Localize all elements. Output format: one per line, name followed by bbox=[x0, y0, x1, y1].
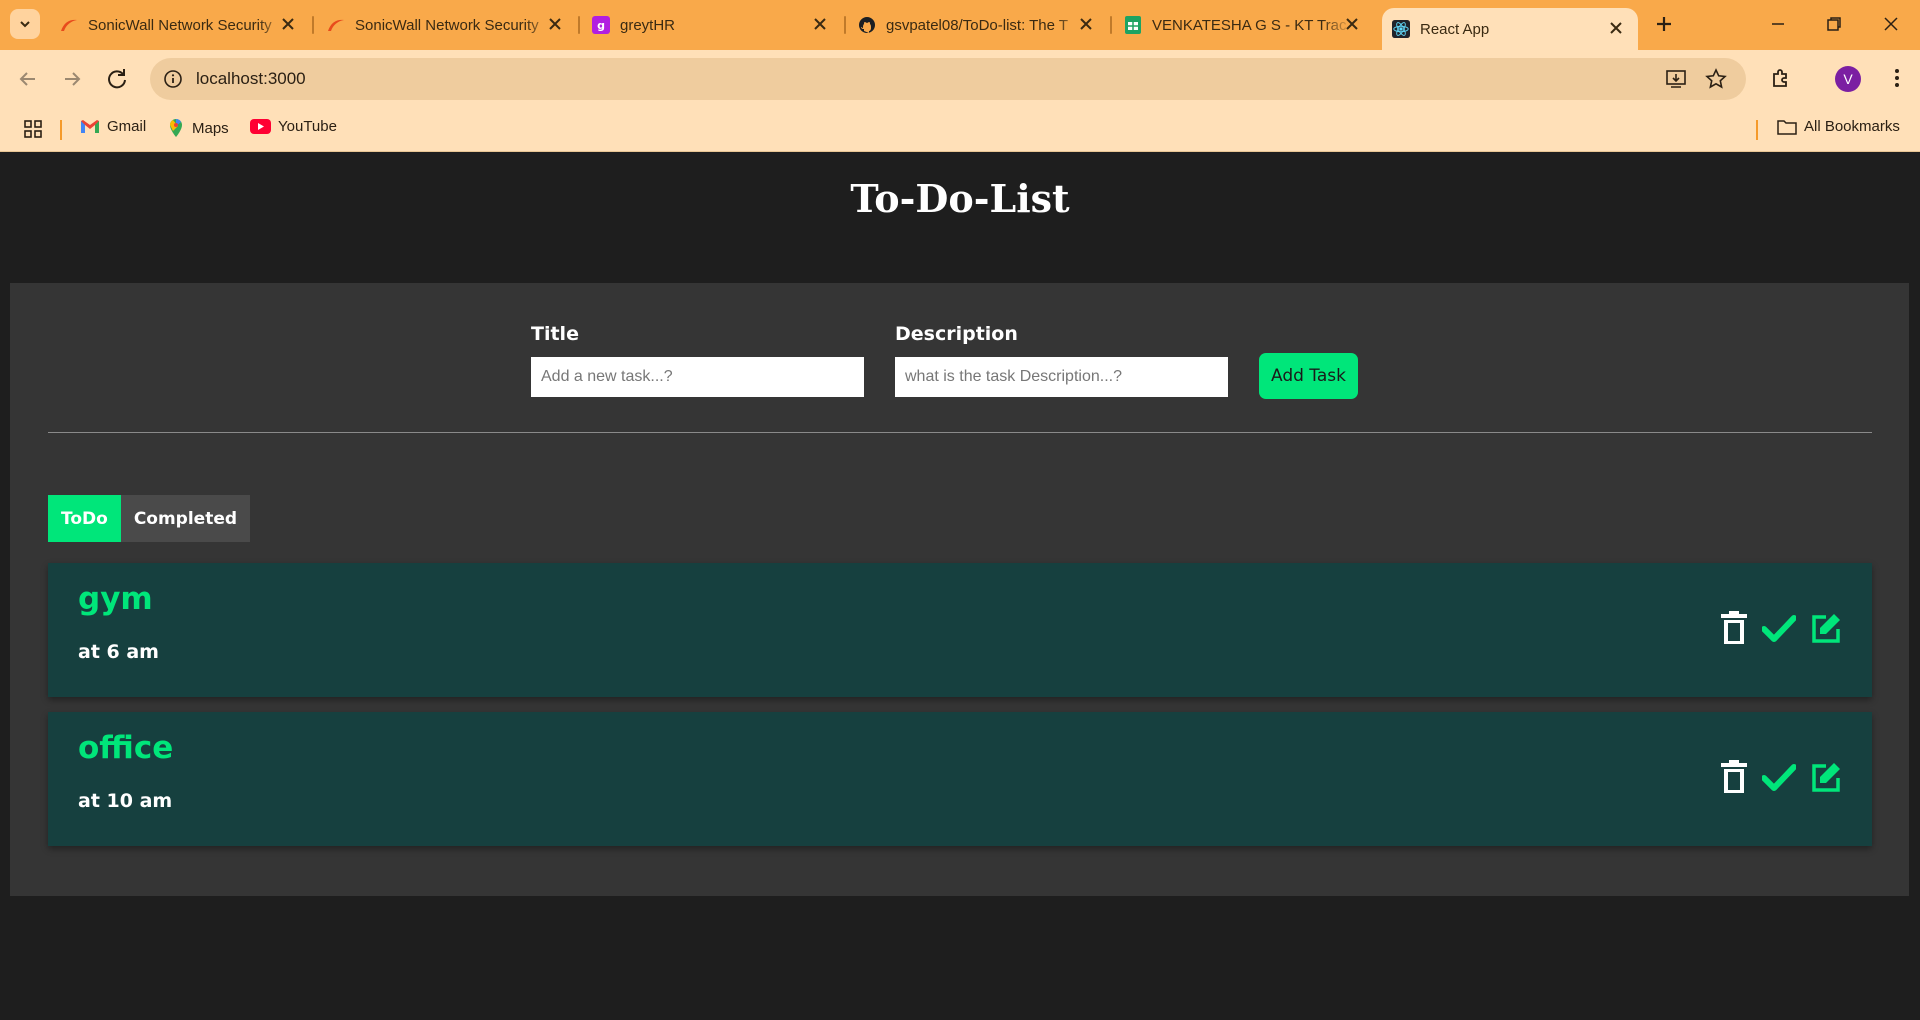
sonicwall-icon bbox=[327, 16, 345, 34]
form-divider bbox=[48, 432, 1872, 433]
filter-tabs: ToDo Completed bbox=[48, 495, 251, 542]
add-task-button[interactable]: Add Task bbox=[1259, 353, 1358, 399]
delete-icon[interactable] bbox=[1720, 760, 1748, 794]
browser-tab-github[interactable]: gsvpatel08/ToDo-list: The T bbox=[858, 8, 1108, 42]
description-label: Description bbox=[895, 323, 1018, 345]
bookmark-youtube[interactable]: YouTube bbox=[250, 118, 337, 135]
todo-actions bbox=[1706, 760, 1842, 794]
react-icon bbox=[1392, 20, 1410, 38]
tab-title: SonicWall Network Security bbox=[355, 16, 539, 34]
forward-arrow-icon[interactable] bbox=[59, 66, 85, 92]
tab-title: React App bbox=[1420, 20, 1490, 38]
bookmark-label: Maps bbox=[192, 119, 229, 137]
close-icon[interactable] bbox=[1078, 16, 1094, 32]
tab-completed[interactable]: Completed bbox=[120, 495, 251, 542]
greythr-icon: g bbox=[592, 16, 610, 34]
tab-todo[interactable]: ToDo bbox=[48, 495, 121, 542]
description-input[interactable] bbox=[895, 357, 1228, 397]
browser-tab-sheets[interactable]: VENKATESHA G S - KT Trac bbox=[1124, 8, 1374, 42]
close-icon[interactable] bbox=[547, 16, 563, 32]
all-bookmarks-label: All Bookmarks bbox=[1804, 118, 1900, 135]
minimize-icon[interactable] bbox=[1768, 14, 1788, 34]
todo-title: gym bbox=[78, 581, 153, 617]
browser-toolbar: localhost:3000 V bbox=[0, 50, 1920, 108]
tab-title: SonicWall Network Security bbox=[88, 16, 272, 34]
tab-separator bbox=[312, 16, 314, 34]
profile-initial: V bbox=[1843, 71, 1853, 87]
address-bar[interactable]: localhost:3000 bbox=[150, 58, 1746, 100]
tab-separator bbox=[844, 16, 846, 34]
all-bookmarks-button[interactable]: All Bookmarks bbox=[1777, 118, 1900, 135]
edit-icon[interactable] bbox=[1810, 612, 1842, 644]
todo-wrapper: Title Description Add Task ToDo Complete… bbox=[10, 283, 1909, 896]
bookmark-maps[interactable]: Maps bbox=[167, 118, 229, 138]
kebab-menu-icon[interactable] bbox=[1885, 66, 1909, 90]
tab-title: VENKATESHA G S - KT Trac bbox=[1152, 16, 1347, 34]
restore-icon[interactable] bbox=[1824, 14, 1844, 34]
close-window-icon[interactable] bbox=[1881, 14, 1901, 34]
bookmark-label: YouTube bbox=[278, 118, 337, 135]
description-field-group: Description bbox=[895, 323, 1228, 397]
todo-item: office at 10 am bbox=[48, 712, 1872, 846]
browser-tab-strip: SonicWall Network Security SonicWall Net… bbox=[0, 0, 1920, 50]
site-info-icon[interactable] bbox=[163, 69, 183, 89]
close-icon[interactable] bbox=[1344, 16, 1360, 32]
browser-tab-greythr[interactable]: g greytHR bbox=[592, 8, 842, 42]
folder-icon bbox=[1777, 119, 1797, 135]
bookmarks-bar: Gmail Maps YouTube All Bookmarks bbox=[0, 108, 1920, 152]
tab-separator bbox=[578, 16, 580, 34]
title-label: Title bbox=[531, 323, 579, 345]
close-icon[interactable] bbox=[1608, 20, 1624, 36]
youtube-icon bbox=[250, 119, 271, 134]
gmail-icon bbox=[81, 120, 99, 133]
install-app-icon[interactable] bbox=[1665, 68, 1687, 90]
title-field-group: Title bbox=[531, 323, 864, 397]
maps-icon bbox=[170, 119, 182, 137]
sonicwall-icon bbox=[60, 16, 78, 34]
tab-search-button[interactable] bbox=[10, 9, 40, 39]
edit-icon[interactable] bbox=[1810, 761, 1842, 793]
google-sheets-icon bbox=[1124, 16, 1142, 34]
close-icon[interactable] bbox=[812, 16, 828, 32]
title-input[interactable] bbox=[531, 357, 864, 397]
tab-title: gsvpatel08/ToDo-list: The T bbox=[886, 16, 1069, 34]
reload-icon[interactable] bbox=[104, 66, 130, 92]
bookmarks-divider bbox=[60, 120, 62, 140]
back-arrow-icon[interactable] bbox=[15, 66, 41, 92]
todo-description: at 6 am bbox=[78, 641, 159, 663]
delete-icon[interactable] bbox=[1720, 611, 1748, 645]
todo-actions bbox=[1706, 611, 1842, 645]
bookmark-label: Gmail bbox=[107, 118, 147, 135]
browser-tab-sonicwall-1[interactable]: SonicWall Network Security bbox=[60, 8, 310, 42]
bookmarks-divider bbox=[1756, 120, 1758, 140]
profile-avatar[interactable]: V bbox=[1835, 66, 1861, 92]
page-title: To-Do-List bbox=[850, 176, 1070, 221]
apps-grid-icon[interactable] bbox=[24, 120, 42, 138]
browser-tab-react-app[interactable]: React App bbox=[1382, 8, 1638, 50]
close-icon[interactable] bbox=[280, 16, 296, 32]
svg-text:g: g bbox=[597, 19, 605, 32]
address-url: localhost:3000 bbox=[196, 69, 306, 88]
bookmark-star-icon[interactable] bbox=[1705, 68, 1727, 90]
extensions-puzzle-icon[interactable] bbox=[1769, 66, 1793, 90]
tab-separator bbox=[1110, 16, 1112, 34]
bookmark-gmail[interactable]: Gmail bbox=[80, 118, 146, 135]
todo-description: at 10 am bbox=[78, 790, 173, 812]
todo-item: gym at 6 am bbox=[48, 563, 1872, 697]
github-icon bbox=[858, 16, 876, 34]
tab-title: greytHR bbox=[620, 16, 676, 34]
complete-check-icon[interactable] bbox=[1762, 763, 1796, 791]
complete-check-icon[interactable] bbox=[1762, 614, 1796, 642]
browser-tab-sonicwall-2[interactable]: SonicWall Network Security bbox=[327, 8, 577, 42]
chevron-down-icon bbox=[20, 21, 30, 28]
todo-title: office bbox=[78, 730, 174, 766]
new-tab-plus-icon[interactable] bbox=[1652, 12, 1676, 36]
